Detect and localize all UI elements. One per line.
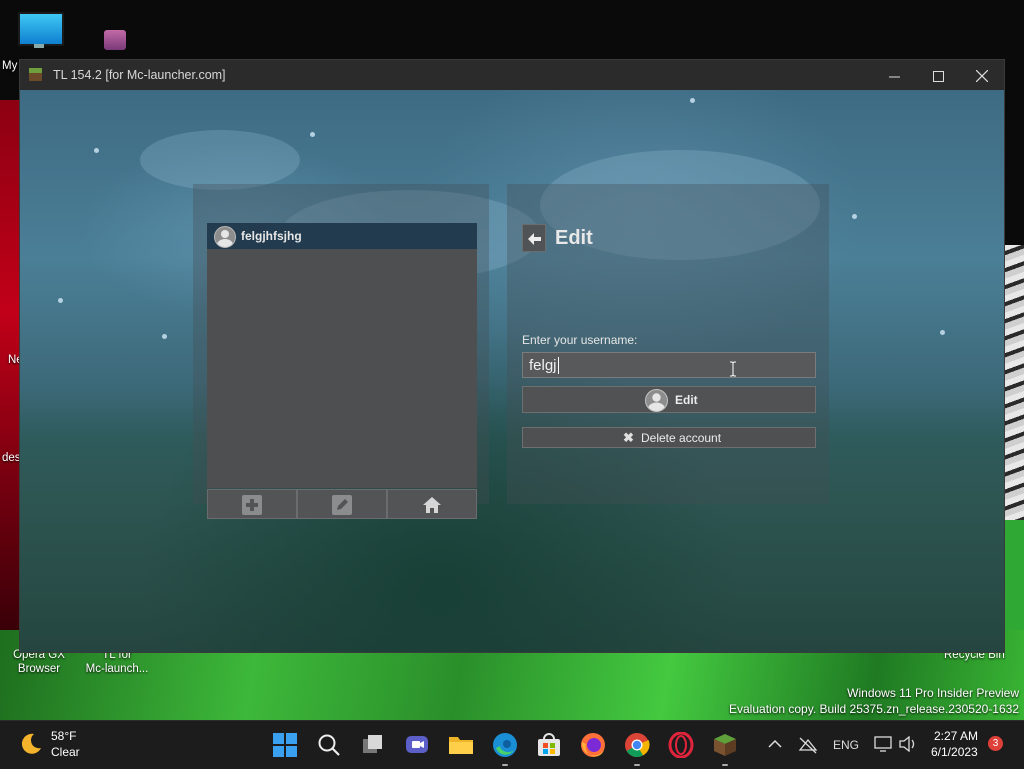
minimize-icon: [888, 76, 900, 78]
desktop-icon-tl-launcher[interactable]: TL for Mc-launch...: [80, 648, 154, 676]
edge-icon[interactable]: [492, 732, 518, 758]
background-star: [310, 132, 315, 137]
window-title: TL 154.2 [for Mc-launcher.com]: [53, 68, 226, 82]
edit-submit-button[interactable]: Edit: [522, 386, 816, 413]
text-cursor-icon: [730, 361, 736, 377]
grass-block-icon: [29, 68, 42, 81]
desktop-icon-label: des: [2, 452, 21, 464]
add-account-button[interactable]: [207, 489, 297, 519]
network-disconnected-icon[interactable]: [798, 736, 818, 754]
account-list[interactable]: felgjhfsjhg: [207, 223, 477, 488]
weather-temperature[interactable]: 58°F: [51, 729, 76, 743]
username-input[interactable]: [522, 352, 816, 378]
plus-icon: [242, 494, 262, 515]
account-list-toolbar: [207, 488, 477, 519]
minimize-button[interactable]: [872, 60, 916, 90]
search-icon[interactable]: [316, 732, 342, 758]
window-titlebar[interactable]: TL 154.2 [for Mc-launcher.com]: [20, 60, 1004, 90]
background-star: [162, 334, 167, 339]
language-indicator[interactable]: ENG: [833, 738, 859, 752]
avatar-icon: [645, 389, 668, 412]
running-indicator: [502, 764, 508, 766]
volume-icon[interactable]: [899, 736, 917, 752]
chrome-icon[interactable]: [624, 732, 650, 758]
background-star: [690, 98, 695, 103]
desktop-app-icon[interactable]: [104, 30, 126, 50]
edit-button-label: Edit: [675, 393, 698, 407]
desktop-icon-label: Browser: [17, 663, 61, 675]
close-icon: [975, 69, 989, 83]
clock-date[interactable]: 6/1/2023: [931, 745, 978, 759]
avatar-icon: [214, 226, 236, 248]
notification-badge[interactable]: 3: [988, 736, 1003, 751]
edit-account-button[interactable]: [297, 489, 387, 519]
background-star: [852, 214, 857, 219]
background-cloud: [140, 130, 300, 190]
maximize-icon: [932, 70, 944, 82]
back-button[interactable]: [522, 224, 546, 252]
clock-time[interactable]: 2:27 AM: [934, 729, 978, 743]
delete-account-label: Delete account: [641, 431, 722, 445]
background-star: [58, 298, 63, 303]
chevron-up-icon[interactable]: [768, 739, 782, 749]
desktop-icon-label-this-pc[interactable]: My: [2, 59, 17, 73]
account-list-item[interactable]: felgjhfsjhg: [207, 223, 477, 249]
watermark-line2: Evaluation copy. Build 25375.zn_release.…: [729, 702, 1019, 716]
pencil-icon: [332, 494, 352, 515]
tl-launcher-icon[interactable]: [712, 732, 738, 758]
weather-description[interactable]: Clear: [51, 745, 80, 759]
username-label: Enter your username:: [522, 333, 638, 347]
desktop-icon-opera-gx[interactable]: Opera GX Browser: [10, 648, 68, 676]
desktop-icon-label-desktop[interactable]: des: [2, 451, 21, 465]
arrow-left-icon: [527, 232, 541, 245]
background-star: [94, 148, 99, 153]
taskbar: 58°F Clear ENG 2:27 AM 6/1/2023: [0, 720, 1024, 769]
background-star: [940, 330, 945, 335]
teams-chat-icon[interactable]: [404, 732, 430, 758]
watermark-line1: Windows 11 Pro Insider Preview: [847, 686, 1019, 700]
close-button[interactable]: [960, 60, 1004, 90]
home-button[interactable]: [387, 489, 477, 519]
text-caret: [558, 357, 559, 374]
windows-start-icon[interactable]: [272, 732, 298, 758]
moon-icon: [21, 733, 41, 754]
close-x-icon: ✖: [623, 430, 634, 445]
file-explorer-icon[interactable]: [448, 732, 474, 758]
home-icon: [423, 496, 441, 513]
running-indicator: [634, 764, 640, 766]
delete-account-button[interactable]: ✖ Delete account: [522, 427, 816, 448]
this-pc-icon[interactable]: [18, 12, 64, 46]
panel-title: Edit: [555, 227, 593, 249]
this-pc-icon-stand: [34, 44, 44, 48]
wallpaper-green-edge: [1004, 520, 1024, 630]
opera-gx-icon[interactable]: [668, 732, 694, 758]
wallpaper-calligraphy-region: [1004, 245, 1024, 520]
account-name: felgjhfsjhg: [241, 229, 302, 243]
display-icon[interactable]: [874, 736, 892, 752]
desktop-icon-label: Mc-launch...: [85, 663, 149, 675]
desktop-icon-label: My: [2, 60, 18, 72]
launcher-window: TL 154.2 [for Mc-launcher.com] felgjhfsj…: [20, 60, 1004, 652]
maximize-button[interactable]: [916, 60, 960, 90]
microsoft-store-icon[interactable]: [536, 732, 562, 758]
task-view-icon[interactable]: [360, 732, 386, 758]
firefox-icon[interactable]: [580, 732, 606, 758]
running-indicator: [722, 764, 728, 766]
